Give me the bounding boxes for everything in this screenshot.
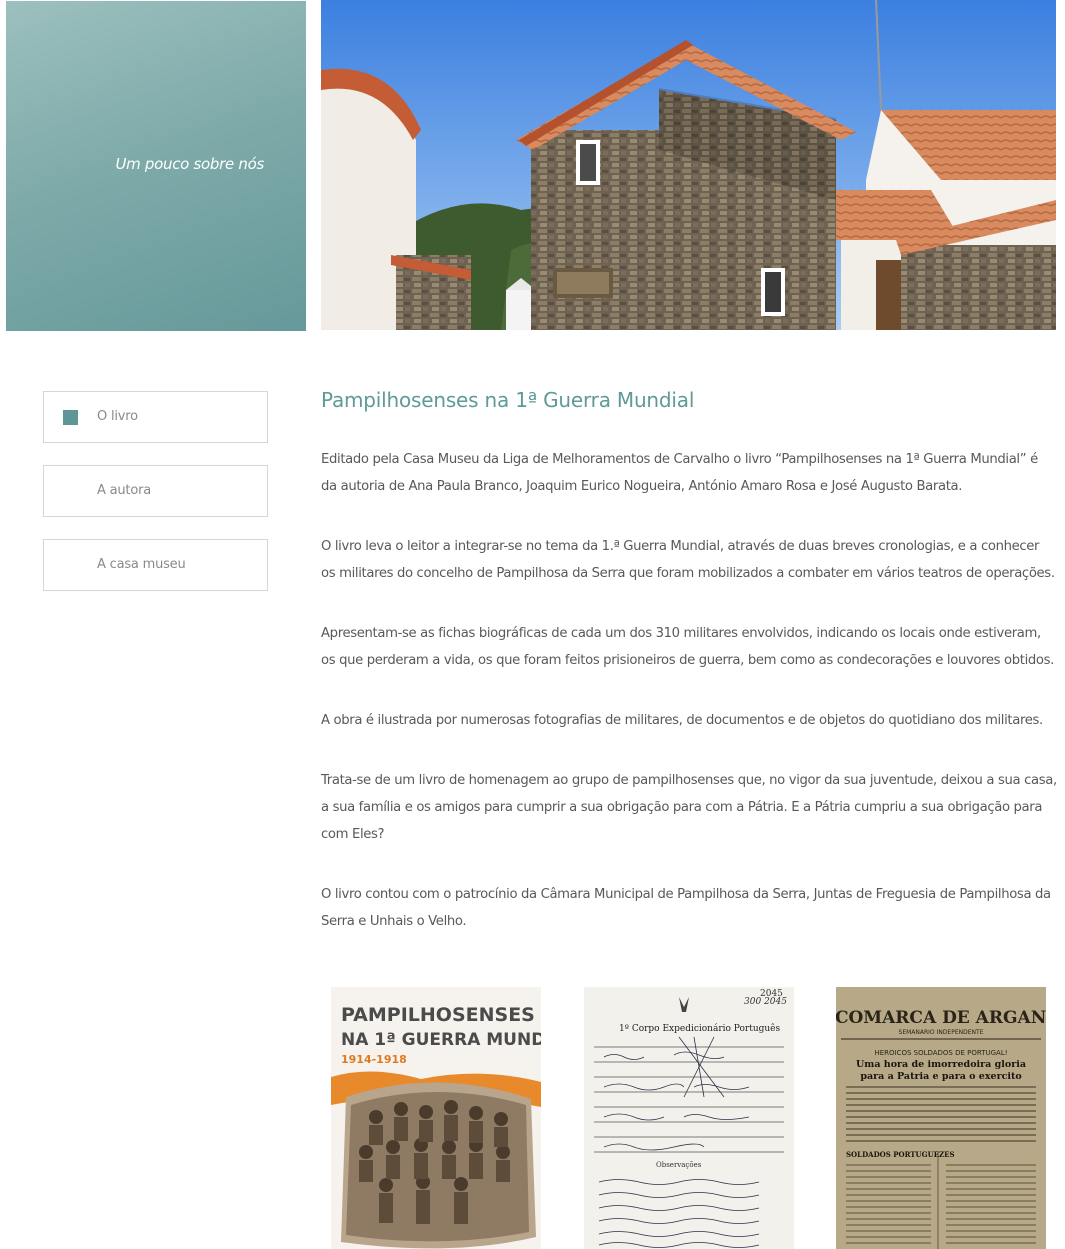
nav-item-label: A autora [97, 483, 151, 498]
newspaper-image: A COMARCA DE ARGANIL SEMANARIO INDEPENDE… [836, 987, 1046, 1249]
newspaper-headline-1: Uma hora de imorredoira gloria [856, 1059, 1026, 1070]
stone-house-photo [321, 0, 1056, 330]
article-paragraph: Apresentam-se as fichas biográficas de c… [321, 626, 1055, 668]
newspaper-thumbnail[interactable]: A COMARCA DE ARGANIL SEMANARIO INDEPENDE… [836, 987, 1046, 1249]
nav-item-o-livro[interactable]: O livro [43, 391, 268, 443]
side-nav: O livro A autora A casa museu [43, 391, 268, 613]
document-handwritten-number: 300 2045 [744, 997, 787, 1007]
hero-tile: Um pouco sobre nós [6, 1, 306, 331]
newspaper-kicker: HEROICOS SOLDADOS DE PORTUGAL! [874, 1049, 1007, 1057]
hero-photo [321, 0, 1056, 330]
image-gallery: PAMPILHOSENSES NA 1ª GUERRA MUNDIAL 1914… [0, 987, 1065, 1249]
nav-item-a-autora[interactable]: A autora [43, 465, 268, 517]
document-heading: 1º Corpo Expedicionário Português [619, 1023, 781, 1034]
active-marker-icon [63, 410, 78, 425]
newspaper-headline-2: para a Patria e para o exercito [860, 1071, 1021, 1082]
nav-item-a-casa-museu[interactable]: A casa museu [43, 539, 268, 591]
book-cover-image: PAMPILHOSENSES NA 1ª GUERRA MUNDIAL 1914… [331, 987, 541, 1249]
military-record-image: 2045 300 2045 1º Corpo Expedicionário Po… [584, 987, 794, 1249]
nav-item-label: A casa museu [97, 557, 186, 572]
book-cover-title-line2: NA 1ª GUERRA MUNDIAL [341, 1030, 541, 1050]
hero-tagline: Um pouco sobre nós [115, 155, 264, 173]
book-cover-years: 1914-1918 [341, 1053, 407, 1066]
article-paragraph: O livro contou com o patrocínio da Câmar… [321, 887, 1051, 929]
book-cover-thumbnail[interactable]: PAMPILHOSENSES NA 1ª GUERRA MUNDIAL 1914… [331, 987, 541, 1249]
article-paragraph: Trata-se de um livro de homenagem ao gru… [321, 773, 1057, 842]
book-cover-title-line1: PAMPILHOSENSES [341, 1004, 535, 1026]
nav-item-label: O livro [97, 409, 138, 424]
article-paragraph: O livro leva o leitor a integrar-se no t… [321, 539, 1055, 581]
newspaper-subtitle: SEMANARIO INDEPENDENTE [899, 1029, 984, 1036]
newspaper-masthead: A COMARCA DE ARGANIL [836, 1008, 1046, 1028]
article-title: Pampilhosenses na 1ª Guerra Mundial [321, 388, 695, 412]
document-section: Observações [656, 1161, 702, 1169]
article-paragraph: A obra é ilustrada por numerosas fotogra… [321, 713, 1043, 728]
article-paragraph: Editado pela Casa Museu da Liga de Melho… [321, 452, 1038, 494]
document-thumbnail[interactable]: 2045 300 2045 1º Corpo Expedicionário Po… [584, 987, 794, 1249]
article: Pampilhosenses na 1ª Guerra Mundial Edit… [321, 388, 1057, 968]
